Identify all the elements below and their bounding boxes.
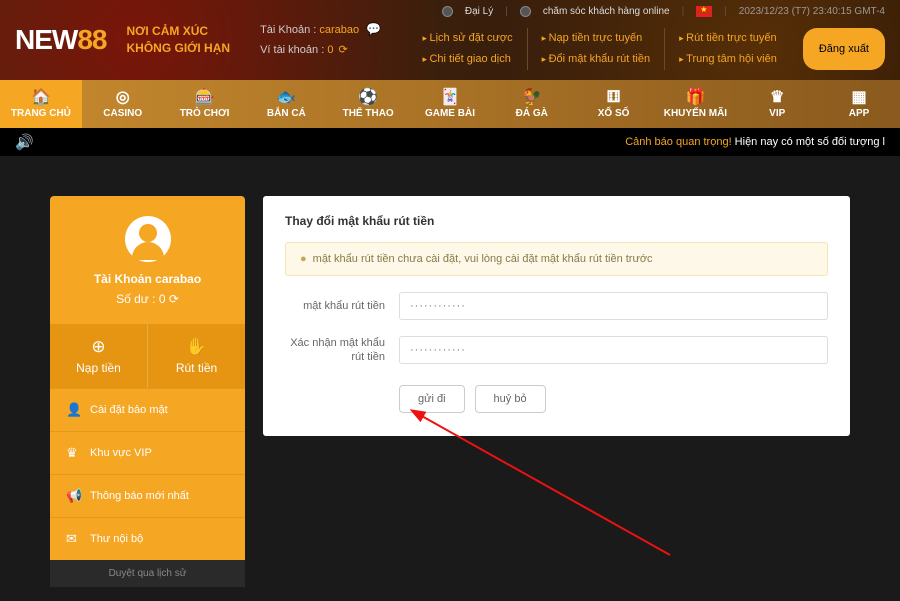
- nav-cards[interactable]: 🃏GAME BÀI: [409, 80, 491, 128]
- crown-icon: ♛: [66, 445, 82, 461]
- gift-icon: 🎁: [685, 90, 705, 106]
- link-deposit[interactable]: Nạp tiền trực tuyến: [542, 28, 651, 49]
- logout-button[interactable]: Đăng xuất: [803, 28, 885, 70]
- password-input[interactable]: [399, 292, 828, 320]
- headset-icon: [520, 6, 531, 17]
- home-icon: 🏠: [31, 90, 51, 106]
- link-member[interactable]: Trung tâm hội viên: [679, 49, 777, 70]
- agent-link[interactable]: Đại Lý: [465, 6, 493, 17]
- tagline: NƠI CẢM XÚCKHÔNG GIỚI HẠN: [126, 23, 230, 57]
- user-icon: 👤: [66, 402, 82, 418]
- cancel-button[interactable]: huỷ bỏ: [475, 385, 546, 413]
- chat-icon[interactable]: 💬: [366, 19, 381, 41]
- link-transactions[interactable]: Chi tiết giao dịch: [422, 49, 512, 70]
- withdraw-button[interactable]: ✋Rút tiền: [148, 324, 245, 388]
- nav-casino[interactable]: ◎CASINO: [82, 80, 164, 128]
- marquee: 🔊 Cảnh báo quan trọng! Hiện nay có một s…: [0, 128, 900, 156]
- main-nav: 🏠TRANG CHỦ ◎CASINO 🎰TRÒ CHƠI 🐟BẮN CÁ ⚽TH…: [0, 80, 900, 128]
- link-bet-history[interactable]: Lịch sử đặt cược: [422, 28, 512, 49]
- megaphone-icon: 📢: [66, 488, 82, 504]
- link-withdraw[interactable]: Rút tiền trực tuyến: [679, 28, 777, 49]
- nav-vip[interactable]: ♛VIP: [736, 80, 818, 128]
- content: Tài Khoản carabao Số dư : 0 ⟳ ⊕Nạp tiền …: [0, 156, 900, 587]
- grid-icon: ▦: [851, 90, 866, 106]
- header-quick-links: Lịch sử đặt cược Chi tiết giao dịch Nạp …: [408, 28, 885, 70]
- label-password: mật khẩu rút tiền: [285, 299, 385, 313]
- top-links: Đại Lý | chăm sóc khách hàng online | | …: [442, 6, 885, 17]
- profile-card: Tài Khoản carabao Số dư : 0 ⟳: [50, 196, 245, 324]
- cards-icon: 🃏: [440, 90, 460, 106]
- nav-cockfight[interactable]: 🐓ĐÁ GÀ: [491, 80, 573, 128]
- panel-title: Thay đổi mật khẩu rút tiền: [285, 214, 828, 228]
- rooster-icon: 🐓: [522, 90, 542, 106]
- label-confirm: Xác nhận mật khẩu rút tiền: [285, 336, 385, 365]
- history-footer: Duyệt qua lịch sử: [50, 560, 245, 587]
- logo[interactable]: NEW88: [15, 24, 106, 56]
- sidebar: Tài Khoản carabao Số dư : 0 ⟳ ⊕Nạp tiền …: [50, 196, 245, 587]
- headset-icon: [442, 6, 453, 17]
- submit-button[interactable]: gửi đi: [399, 385, 465, 413]
- link-change-pw[interactable]: Đổi mật khẩu rút tiền: [542, 49, 651, 70]
- confirm-password-input[interactable]: [399, 336, 828, 364]
- avatar-icon: [125, 216, 171, 262]
- refresh-icon[interactable]: ⟳: [169, 292, 179, 306]
- nav-lottery[interactable]: ⚅XỔ SỐ: [573, 80, 655, 128]
- panel: Thay đổi mật khẩu rút tiền mật khẩu rút …: [263, 196, 850, 436]
- profile-name: Tài Khoản carabao: [60, 272, 235, 286]
- nav-fishing[interactable]: 🐟BẮN CÁ: [245, 80, 327, 128]
- refresh-icon[interactable]: ⟳: [339, 44, 348, 56]
- ball-icon: ⚽: [358, 90, 378, 106]
- nav-games[interactable]: 🎰TRÒ CHƠI: [164, 80, 246, 128]
- menu-security[interactable]: 👤Cài đặt bảo mật: [50, 388, 245, 431]
- nav-promo[interactable]: 🎁KHUYẾN MÃI: [655, 80, 737, 128]
- alert-box: mật khẩu rút tiền chưa cài đặt, vui lòng…: [285, 242, 828, 276]
- timestamp: 2023/12/23 (T7) 23:40:15 GMT-4: [739, 6, 885, 17]
- sound-icon[interactable]: 🔊: [15, 133, 34, 151]
- account-info: Tài Khoản : carabao 💬 Ví tài khoản : 0 ⟳: [260, 19, 381, 61]
- menu-vip[interactable]: ♛Khu vực VIP: [50, 431, 245, 474]
- mail-icon: ✉: [66, 531, 82, 547]
- nav-app[interactable]: ▦APP: [818, 80, 900, 128]
- fish-icon: 🐟: [276, 90, 296, 106]
- action-row: ⊕Nạp tiền ✋Rút tiền: [50, 324, 245, 388]
- slot-icon: 🎰: [195, 90, 215, 106]
- menu-news[interactable]: 📢Thông báo mới nhất: [50, 474, 245, 517]
- balance: Số dư : 0 ⟳: [60, 292, 235, 306]
- crown-icon: ♛: [770, 90, 784, 106]
- menu-inbox[interactable]: ✉Thư nội bộ: [50, 517, 245, 560]
- header: NEW88 NƠI CẢM XÚCKHÔNG GIỚI HẠN Tài Khoả…: [0, 0, 900, 80]
- cs-link[interactable]: chăm sóc khách hàng online: [543, 6, 670, 17]
- withdraw-icon: ✋: [186, 337, 207, 357]
- flag-icon[interactable]: [696, 6, 712, 17]
- deposit-icon: ⊕: [91, 337, 105, 357]
- nav-sports[interactable]: ⚽THỂ THAO: [327, 80, 409, 128]
- nav-home[interactable]: 🏠TRANG CHỦ: [0, 80, 82, 128]
- dice-icon: ⚅: [607, 90, 621, 106]
- deposit-button[interactable]: ⊕Nạp tiền: [50, 324, 148, 388]
- casino-icon: ◎: [116, 90, 130, 106]
